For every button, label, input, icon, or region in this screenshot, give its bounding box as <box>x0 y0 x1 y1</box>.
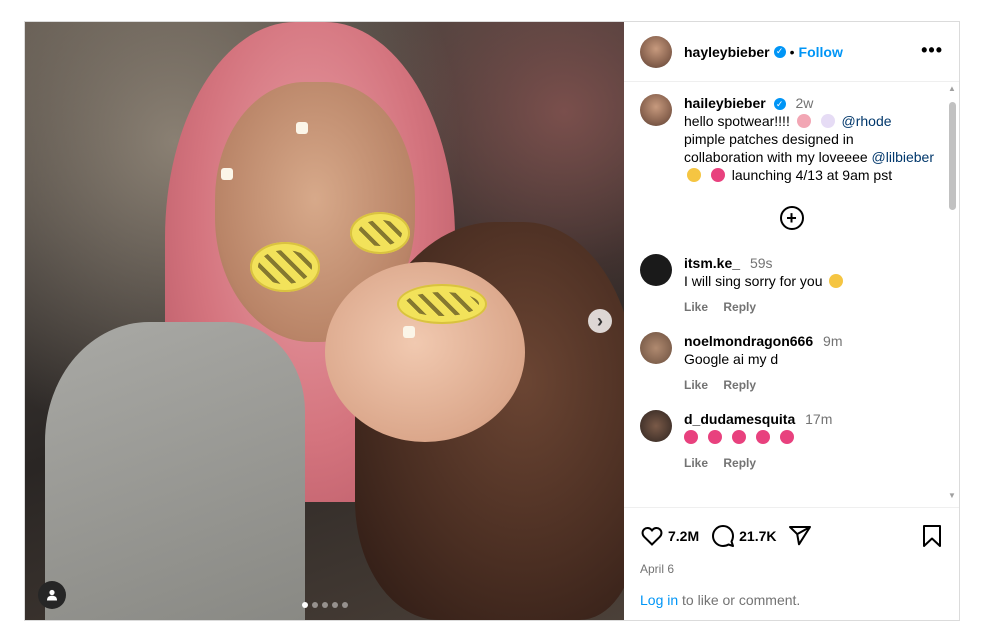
caption-text: hello spotwear!!!! <box>684 113 790 129</box>
caption-username[interactable]: haileybieber <box>684 95 766 111</box>
comment-body: itsm.ke_ 59s I will sing sorry for you L… <box>684 254 934 316</box>
comment-emoji-row <box>684 428 934 446</box>
commenter-avatar[interactable] <box>640 254 672 286</box>
image-dot <box>296 122 308 134</box>
verified-icon: ✓ <box>773 45 786 58</box>
carousel-dot <box>322 602 328 608</box>
heart-eyes-emoji-icon <box>755 430 770 444</box>
action-bar: 7.2M 21.7K <box>640 520 943 552</box>
scroll-down-icon[interactable]: ▼ <box>947 491 957 500</box>
heart-eyes-emoji-icon <box>684 430 698 444</box>
comment-time: 17m <box>805 411 833 427</box>
caption-body: haileybieber ✓ 2w hello spotwear!!!! @rh… <box>684 94 934 184</box>
comment-count[interactable]: 21.7K <box>739 528 776 544</box>
author-username[interactable]: hayleybieber <box>684 44 770 60</box>
image-patch <box>397 284 487 324</box>
load-more-comments[interactable]: + <box>640 206 943 230</box>
carousel-dot <box>342 602 348 608</box>
post-header: hayleybieber ✓ • Follow ••• <box>624 22 959 82</box>
separator: • <box>789 43 795 60</box>
carousel-dot <box>312 602 318 608</box>
commenter-avatar[interactable] <box>640 332 672 364</box>
heart-eyes-emoji-icon <box>779 430 794 444</box>
reply-comment-button[interactable]: Reply <box>723 456 756 470</box>
comment-icon[interactable] <box>711 524 735 548</box>
comment-item: itsm.ke_ 59s I will sing sorry for you L… <box>640 254 943 316</box>
pink-heart-emoji-icon <box>710 168 725 182</box>
carousel-dot <box>302 602 308 608</box>
add-comment-icon[interactable]: + <box>779 206 804 230</box>
follow-button[interactable]: Follow <box>799 44 843 60</box>
reply-comment-button[interactable]: Reply <box>723 378 756 392</box>
user-icon <box>47 589 57 601</box>
carousel-dot <box>332 602 338 608</box>
caption-time[interactable]: 2w <box>795 95 813 111</box>
comment-button[interactable]: 21.7K <box>711 524 776 548</box>
comment-item: noelmondragon666 9m Google ai my d Like … <box>640 332 943 394</box>
post-footer: 7.2M 21.7K April 6 Log in to like or com… <box>624 507 959 620</box>
commenter-username[interactable]: noelmondragon666 <box>684 333 813 349</box>
login-text: to like or comment. <box>678 592 801 608</box>
tagged-users-button[interactable] <box>38 581 66 609</box>
smiling-hearts-emoji-icon <box>829 274 844 288</box>
white-heart-emoji-icon <box>820 114 835 128</box>
image-shirt <box>45 322 305 620</box>
post-image[interactable]: › <box>25 22 624 620</box>
comments-scrollbar[interactable]: ▲ ▼ <box>947 84 957 500</box>
more-options-button[interactable]: ••• <box>921 40 943 61</box>
image-dot <box>221 168 233 180</box>
save-button[interactable] <box>921 524 943 553</box>
comment-time: 9m <box>823 333 843 349</box>
heart-eyes-emoji-icon <box>731 430 746 444</box>
heart-eyes-emoji-icon <box>707 430 722 444</box>
comment-text: I will sing sorry for you <box>684 273 823 289</box>
post-date[interactable]: April 6 <box>640 562 943 576</box>
like-comment-button[interactable]: Like <box>684 378 708 392</box>
share-icon[interactable] <box>788 524 812 548</box>
carousel-indicator <box>302 602 348 608</box>
comments-section[interactable]: ▲ ▼ haileybieber ✓ 2w hello spotwear!!!! <box>624 82 959 507</box>
image-patch <box>350 212 410 254</box>
post-container: › hayleybieber ✓ • Follow ••• ▲ ▼ hailey… <box>24 21 960 621</box>
commenter-avatar[interactable] <box>640 410 672 442</box>
comment-body: noelmondragon666 9m Google ai my d Like … <box>684 332 934 394</box>
verified-icon: ✓ <box>773 98 786 111</box>
chevron-right-icon: › <box>597 310 603 331</box>
author-avatar[interactable] <box>640 35 672 68</box>
login-link[interactable]: Log in <box>640 592 678 608</box>
post-sidebar: hayleybieber ✓ • Follow ••• ▲ ▼ haileybi… <box>624 22 959 620</box>
reply-comment-button[interactable]: Reply <box>723 300 756 314</box>
mention-link[interactable]: @lilbieber <box>872 149 934 165</box>
comment-body: d_dudamesquita 17m Like Reply <box>684 410 934 472</box>
flower-emoji-icon <box>796 114 811 128</box>
login-prompt: Log in to like or comment. <box>640 592 800 608</box>
image-patch <box>250 242 320 292</box>
caption: haileybieber ✓ 2w hello spotwear!!!! @rh… <box>640 94 943 184</box>
caption-avatar[interactable] <box>640 94 672 126</box>
like-button[interactable]: 7.2M <box>640 524 699 548</box>
caption-text: launching 4/13 at 9am pst <box>731 167 893 183</box>
heart-icon[interactable] <box>640 524 664 548</box>
comment-text: Google ai my d <box>684 351 779 367</box>
commenter-username[interactable]: itsm.ke_ <box>684 255 740 271</box>
next-image-button[interactable]: › <box>588 309 612 333</box>
like-count[interactable]: 7.2M <box>668 528 699 544</box>
commenter-username[interactable]: d_dudamesquita <box>684 411 795 427</box>
share-button[interactable] <box>788 524 816 548</box>
scrollbar-thumb[interactable] <box>949 102 956 210</box>
bookmark-icon[interactable] <box>921 524 943 548</box>
like-comment-button[interactable]: Like <box>684 300 708 314</box>
comment-time: 59s <box>749 255 773 271</box>
scroll-up-icon[interactable]: ▲ <box>947 84 957 93</box>
caption-text: pimple patches designed in collaboration… <box>684 131 868 165</box>
mention-link[interactable]: @rhode <box>842 113 892 129</box>
like-comment-button[interactable]: Like <box>684 456 708 470</box>
comment-item: d_dudamesquita 17m Like Reply <box>640 410 943 472</box>
image-dot <box>403 326 415 338</box>
kiss-face-emoji-icon <box>687 168 701 182</box>
